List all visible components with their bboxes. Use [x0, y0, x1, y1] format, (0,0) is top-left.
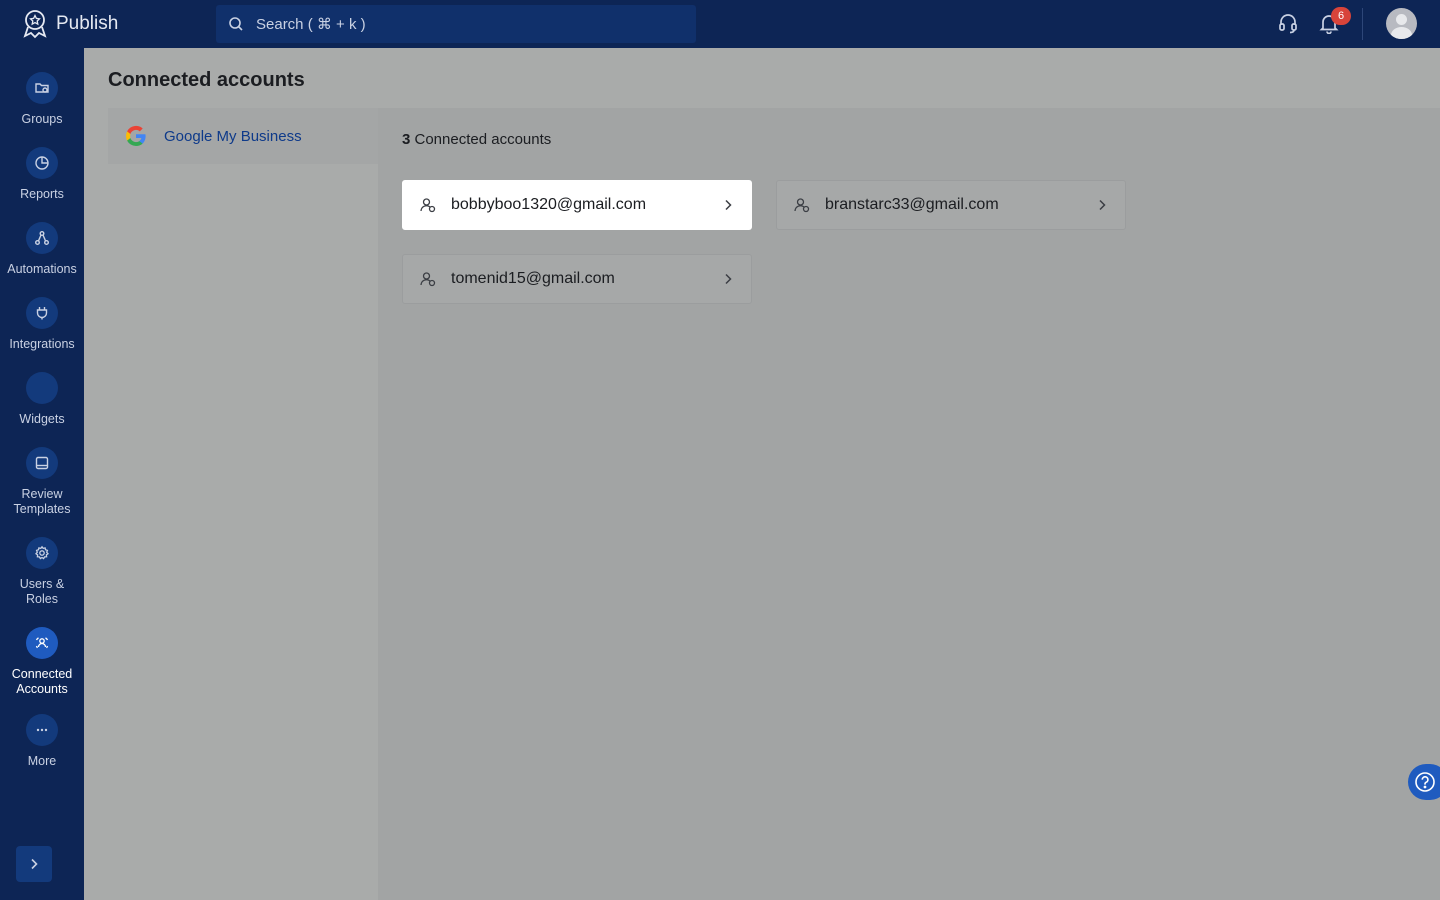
account-card[interactable]: bobbyboo1320@gmail.com	[402, 180, 752, 230]
top-bar: Publish Search ( ⌘ + k ) 6	[0, 0, 1440, 48]
sidebar-item-integrations[interactable]: Integrations	[0, 297, 84, 352]
sidebar-item-users-roles[interactable]: Users & Roles	[0, 537, 84, 607]
sidebar-item-groups[interactable]: Groups	[0, 72, 84, 127]
sidebar-item-automations[interactable]: Automations	[0, 222, 84, 277]
user-icon	[794, 198, 810, 213]
accounts-count: 3 Connected accounts	[402, 131, 551, 148]
page-title: Connected accounts	[108, 69, 305, 91]
sidebar-item-label: Connected Accounts	[11, 667, 73, 696]
provider-item-google-my-business[interactable]: Google My Business	[108, 108, 378, 164]
connected-accounts-icon	[35, 637, 49, 649]
sidebar-item-label: More	[27, 754, 57, 768]
sidebar-item-connected-accounts[interactable]: Connected Accounts	[0, 627, 84, 697]
headset-icon	[1279, 14, 1297, 34]
account-card[interactable]: tomenid15@gmail.com	[402, 254, 752, 304]
chevron-right-icon	[725, 199, 732, 211]
sidebar-item-more[interactable]: More	[0, 714, 84, 769]
account-email: bobbyboo1320@gmail.com	[451, 196, 647, 213]
sidebar-item-review-templates[interactable]: Review Templates	[0, 447, 84, 517]
sidebar-collapse-button[interactable]	[16, 846, 52, 882]
sidebar-item-label: Automations	[7, 262, 77, 276]
search-bar[interactable]: Search ( ⌘ + k )	[216, 5, 696, 43]
search-input[interactable]: Search ( ⌘ + k )	[256, 15, 366, 33]
sidebar: Groups Reports Automations Integrations	[0, 48, 84, 900]
sidebar-item-label: Users & Roles	[19, 577, 65, 606]
user-icon	[420, 198, 436, 213]
sidebar-item-label: Review Templates	[13, 487, 71, 516]
account-card[interactable]: branstarc33@gmail.com	[776, 180, 1126, 230]
reports-icon	[35, 156, 49, 170]
app-name: Publish	[56, 13, 119, 34]
header-divider	[1362, 8, 1363, 40]
user-icon	[420, 272, 436, 287]
chevron-right-icon	[31, 858, 38, 870]
groups-icon	[35, 83, 49, 93]
notification-badge: 6	[1331, 7, 1351, 25]
user-avatar[interactable]	[1386, 8, 1417, 39]
sidebar-item-reports[interactable]: Reports	[0, 147, 84, 202]
more-icon	[36, 728, 48, 732]
account-email: tomenid15@gmail.com	[451, 270, 615, 287]
google-icon	[125, 125, 146, 147]
brand[interactable]: Publish	[22, 8, 118, 40]
sidebar-item-label: Integrations	[9, 337, 75, 351]
account-email: branstarc33@gmail.com	[825, 196, 999, 213]
review-templates-icon	[35, 456, 49, 470]
help-button[interactable]	[1408, 764, 1440, 800]
help-icon	[1415, 772, 1435, 792]
automations-icon	[35, 231, 49, 245]
chevron-right-icon	[1099, 199, 1106, 211]
provider-label: Google My Business	[164, 127, 302, 145]
accounts-count-label: Connected accounts	[410, 131, 552, 148]
chevron-right-icon	[725, 273, 732, 285]
search-icon	[229, 17, 243, 31]
support-button[interactable]	[1277, 12, 1301, 36]
sidebar-item-label: Reports	[20, 187, 64, 201]
integrations-icon	[36, 307, 48, 320]
gear-icon	[35, 545, 49, 560]
provider-list: Google My Business	[108, 108, 378, 900]
sidebar-item-label: Groups	[21, 112, 63, 126]
sidebar-item-label: Widgets	[19, 412, 65, 426]
sidebar-item-widgets[interactable]: Widgets	[0, 372, 84, 427]
publish-logo-icon	[23, 10, 47, 39]
